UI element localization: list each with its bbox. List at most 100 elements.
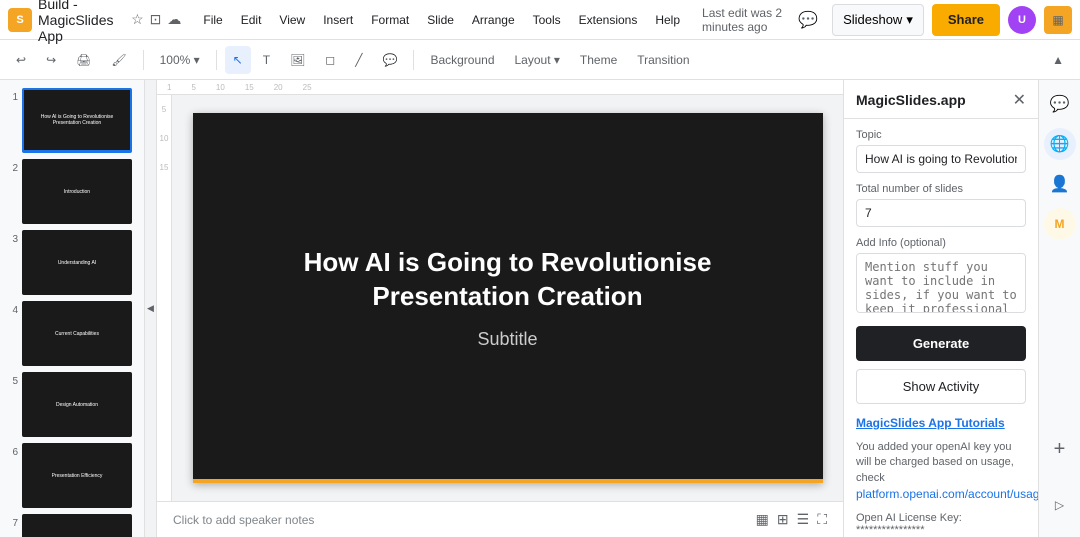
chat-icon-btn[interactable]: 💬 xyxy=(1044,88,1076,120)
slide-3-preview-text: Understanding AI xyxy=(54,256,100,270)
speaker-notes-bar[interactable]: Click to add speaker notes ▦ ⊞ ☰ ⛶ xyxy=(157,501,843,537)
slide-view-grid-icon[interactable]: ▦ xyxy=(756,511,769,528)
slide-image-3: Understanding AI xyxy=(22,230,132,295)
menu-help[interactable]: Help xyxy=(647,9,688,31)
expand-icon[interactable]: ⛶ xyxy=(817,511,827,528)
magic-panel-close-button[interactable]: ✕ xyxy=(1013,90,1026,110)
add-info-textarea[interactable] xyxy=(856,253,1026,313)
person-icon-btn[interactable]: 👤 xyxy=(1044,168,1076,200)
tutorials-link[interactable]: MagicSlides App Tutorials xyxy=(856,416,1026,430)
magic-slides-panel: MagicSlides.app ✕ Topic Total number of … xyxy=(843,80,1038,537)
magic-panel-title: MagicSlides.app xyxy=(856,92,966,108)
ruler-vertical: 5 10 15 xyxy=(157,95,172,501)
slide-thumb-1[interactable]: 1 How AI is Going to Revolutionise Prese… xyxy=(4,88,140,153)
canvas-area: 1 5 10 15 20 25 5 10 15 How AI is Going … xyxy=(157,80,843,537)
paint-format-button[interactable]: 🖌 xyxy=(103,46,134,74)
zoom-button[interactable]: 100% ▾ xyxy=(152,46,208,74)
redo-button[interactable]: ↪ xyxy=(38,46,64,74)
openai-link[interactable]: platform.openai.com/account/usage xyxy=(856,487,1038,501)
background-button[interactable]: Background xyxy=(422,46,502,74)
avatar: U xyxy=(1008,6,1036,34)
menu-file[interactable]: File xyxy=(195,9,230,31)
comment-button[interactable]: 💬 xyxy=(375,46,406,74)
add-icon-btn[interactable]: + xyxy=(1044,433,1076,465)
slide-thumb-7[interactable]: 7 Audience & Insights xyxy=(4,514,140,537)
slideshow-button[interactable]: Slideshow ▾ xyxy=(832,4,924,36)
slide-num-5: 5 xyxy=(4,372,18,387)
menu-tools[interactable]: Tools xyxy=(525,9,569,31)
app-icon: S xyxy=(8,8,32,32)
globe-icon-btn[interactable]: 🌐 xyxy=(1044,128,1076,160)
main-slide-canvas[interactable]: How AI is Going to Revolutionise Present… xyxy=(193,113,823,483)
transition-button[interactable]: Transition xyxy=(629,46,697,74)
image-button[interactable]: 🖼 xyxy=(282,46,313,74)
ruler-marks: 1 5 10 15 20 25 xyxy=(167,83,332,92)
slide-image-7: Audience & Insights xyxy=(22,514,132,537)
line-button[interactable]: ╱ xyxy=(347,46,370,74)
slide-view-icon[interactable]: ⊞ xyxy=(777,511,789,528)
topic-label: Topic xyxy=(856,129,1026,141)
magic-panel-body: Topic Total number of slides Add Info (o… xyxy=(844,119,1038,537)
expand-right-icon-btn[interactable]: ▷ xyxy=(1044,489,1076,521)
top-bar: S Build - MagicSlides App ☆ ⊡ ☁ File Edi… xyxy=(0,0,1080,40)
slide-4-preview-text: Current Capabilities xyxy=(51,327,103,341)
textbox-button[interactable]: T xyxy=(255,46,278,74)
slide-panel-collapse-btn[interactable]: ◀ xyxy=(145,80,157,537)
drive-icon[interactable]: ⊡ xyxy=(150,11,162,28)
menu-edit[interactable]: Edit xyxy=(233,9,270,31)
topic-input[interactable] xyxy=(856,145,1026,173)
show-activity-button[interactable]: Show Activity xyxy=(856,369,1026,404)
slide-image-4: Current Capabilities xyxy=(22,301,132,366)
cursor-button[interactable]: ↖ xyxy=(225,46,251,74)
slide-main-title: How AI is Going to Revolutionise Present… xyxy=(193,246,823,314)
slide-num-1: 1 xyxy=(4,88,18,103)
menu-insert[interactable]: Insert xyxy=(315,9,361,31)
slide-panel: 1 How AI is Going to Revolutionise Prese… xyxy=(0,80,145,537)
share-button[interactable]: Share xyxy=(932,4,1000,36)
comments-icon[interactable]: 💬 xyxy=(792,4,824,36)
last-edit: Last edit was 2 minutes ago xyxy=(702,6,786,34)
slide-num-6: 6 xyxy=(4,443,18,458)
slide-view-list-icon[interactable]: ☰ xyxy=(797,511,810,528)
menu-format[interactable]: Format xyxy=(363,9,417,31)
top-right-actions: 💬 Slideshow ▾ Share U ▦ xyxy=(792,4,1072,36)
slide-canvas-wrapper: How AI is Going to Revolutionise Present… xyxy=(172,95,843,501)
api-key-label: Open AI License Key: **************** xyxy=(856,512,1026,536)
cloud-icon[interactable]: ☁ xyxy=(167,11,181,28)
bottom-right-icons: ▦ ⊞ ☰ ⛶ xyxy=(756,511,827,528)
slides-count-input[interactable] xyxy=(856,199,1026,227)
slide-thumb-4[interactable]: 4 Current Capabilities xyxy=(4,301,140,366)
slide-image-1: How AI is Going to Revolutionise Present… xyxy=(22,88,132,153)
divider-2 xyxy=(216,50,217,70)
slide-thumb-6[interactable]: 6 Presentation Efficiency xyxy=(4,443,140,508)
magicslides-icon-btn[interactable]: M xyxy=(1044,208,1076,240)
undo-button[interactable]: ↩ xyxy=(8,46,34,74)
main-area: 1 How AI is Going to Revolutionise Prese… xyxy=(0,80,1080,537)
print-button[interactable]: 🖨 xyxy=(68,46,99,74)
slide-thumb-2[interactable]: 2 Introduction xyxy=(4,159,140,224)
more-icon[interactable]: ▦ xyxy=(1044,6,1072,34)
slide-num-3: 3 xyxy=(4,230,18,245)
magic-panel-header: MagicSlides.app ✕ xyxy=(844,80,1038,119)
slide-thumb-5[interactable]: 5 Design Automation xyxy=(4,372,140,437)
slide-6-preview-text: Presentation Efficiency xyxy=(48,469,107,483)
slide-5-preview-text: Design Automation xyxy=(52,398,102,412)
slide-image-2: Introduction xyxy=(22,159,132,224)
slideshow-chevron: ▾ xyxy=(906,12,913,28)
menu-bar: File Edit View Insert Format Slide Arran… xyxy=(195,9,688,31)
menu-view[interactable]: View xyxy=(271,9,313,31)
menu-arrange[interactable]: Arrange xyxy=(464,9,523,31)
layout-button[interactable]: Layout ▾ xyxy=(507,46,568,74)
slide-num-7: 7 xyxy=(4,514,18,529)
generate-button[interactable]: Generate xyxy=(856,326,1026,361)
menu-extensions[interactable]: Extensions xyxy=(571,9,646,31)
collapse-toolbar-button[interactable]: ▲ xyxy=(1044,46,1072,74)
theme-button[interactable]: Theme xyxy=(572,46,625,74)
menu-slide[interactable]: Slide xyxy=(419,9,462,31)
openai-info-text: You added your openAI key you will be ch… xyxy=(856,440,1026,504)
divider-1 xyxy=(143,50,144,70)
slide-thumb-3[interactable]: 3 Understanding AI xyxy=(4,230,140,295)
slides-count-label: Total number of slides xyxy=(856,183,1026,195)
shapes-button[interactable]: ◻ xyxy=(317,46,343,74)
star-icon[interactable]: ☆ xyxy=(131,11,144,28)
